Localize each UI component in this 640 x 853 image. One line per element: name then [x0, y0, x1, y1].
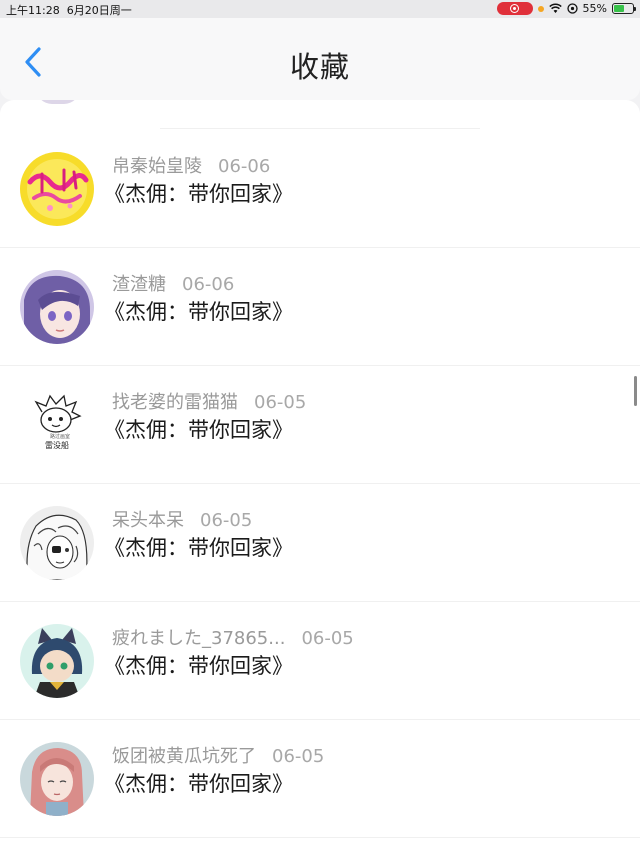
list-item[interactable]: 路过画室 雷没船 找老婆的雷猫猫 06-05 《杰佣：带你回家》 — [0, 366, 640, 484]
svg-text:路过画室: 路过画室 — [50, 433, 70, 440]
avatar-caption: 雷没船 — [45, 441, 69, 450]
author-name[interactable]: 渣渣糖 — [112, 274, 166, 295]
scrollbar[interactable] — [634, 376, 637, 406]
author-name[interactable]: 找老婆的雷猫猫 — [112, 392, 238, 413]
battery-charging-icon — [612, 3, 636, 14]
status-time-date: 上午11:28 6月20日周一 — [6, 2, 132, 18]
list-item[interactable]: 帛秦始皇陵 06-06 《杰佣：带你回家》 — [0, 130, 640, 248]
item-meta: 疲れました_37865... 06-05 — [112, 624, 354, 650]
item-meta: 找老婆的雷猫猫 06-05 — [112, 388, 306, 414]
avatar[interactable] — [20, 624, 94, 698]
nav-bar: 收藏 — [0, 18, 640, 100]
item-date: 06-06 — [182, 274, 235, 295]
list-item[interactable]: 呆头本呆 06-05 《杰佣：带你回家》 — [0, 484, 640, 602]
item-meta: 帛秦始皇陵 06-06 — [112, 152, 270, 178]
status-date: 6月20日周一 — [66, 4, 132, 17]
screen-record-icon — [496, 2, 533, 15]
avatar[interactable] — [20, 152, 94, 226]
status-icons: 55% — [496, 2, 636, 15]
item-title[interactable]: 《杰佣：带你回家》 — [104, 768, 293, 798]
author-name[interactable]: 疲れました_37865... — [112, 628, 285, 649]
item-date: 06-05 — [272, 746, 325, 767]
list-item[interactable]: 疲れました_37865... 06-05 《杰佣：带你回家》 — [0, 602, 640, 720]
item-meta: 饭团被黄瓜坑死了 06-05 — [112, 742, 324, 768]
item-date: 06-05 — [301, 628, 354, 649]
item-title[interactable]: 《杰佣：带你回家》 — [104, 532, 293, 562]
avatar[interactable] — [20, 742, 94, 816]
item-date: 06-06 — [218, 156, 271, 177]
status-bar: 上午11:28 6月20日周一 55% — [0, 0, 640, 18]
avatar-yellow-logo — [20, 152, 94, 226]
status-time: 上午11:28 — [6, 4, 60, 17]
wifi-icon — [548, 3, 562, 13]
item-title[interactable]: 《杰佣：带你回家》 — [104, 178, 293, 208]
avatar-white-hair-sketch — [20, 506, 94, 580]
battery-percent: 55% — [582, 2, 607, 15]
avatar — [36, 100, 80, 104]
avatar-green-cat-ears — [20, 624, 94, 698]
list-item[interactable]: 渣渣糖 06-06 《杰佣：带你回家》 — [0, 248, 640, 366]
item-title[interactable]: 《杰佣：带你回家》 — [104, 650, 293, 680]
item-title[interactable]: 《杰佣：带你回家》 — [104, 414, 293, 444]
divider — [160, 128, 480, 129]
divider — [0, 837, 640, 838]
item-date: 06-05 — [200, 510, 253, 531]
page-title: 收藏 — [289, 50, 350, 84]
avatar[interactable] — [20, 270, 94, 344]
author-name[interactable]: 帛秦始皇陵 — [112, 156, 202, 177]
avatar-pink-hair-girl — [20, 742, 94, 816]
item-date: 06-05 — [254, 392, 307, 413]
mic-indicator-icon — [537, 5, 544, 12]
item-meta: 呆头本呆 06-05 — [112, 506, 252, 532]
avatar-purple-hair-girl — [20, 270, 94, 344]
avatar[interactable] — [20, 506, 94, 580]
list-item[interactable]: 饭团被黄瓜坑死了 06-05 《杰佣：带你回家》 — [0, 720, 640, 838]
favorites-list[interactable]: 帛秦始皇陵 06-06 《杰佣：带你回家》 渣渣糖 06-06 《杰佣：带你回家》 — [0, 100, 640, 853]
location-icon — [566, 3, 578, 14]
author-name[interactable]: 呆头本呆 — [112, 510, 184, 531]
item-meta: 渣渣糖 06-06 — [112, 270, 234, 296]
avatar[interactable]: 路过画室 雷没船 — [20, 388, 94, 462]
item-title[interactable]: 《杰佣：带你回家》 — [104, 296, 293, 326]
author-name[interactable]: 饭团被黄瓜坑死了 — [112, 746, 256, 767]
